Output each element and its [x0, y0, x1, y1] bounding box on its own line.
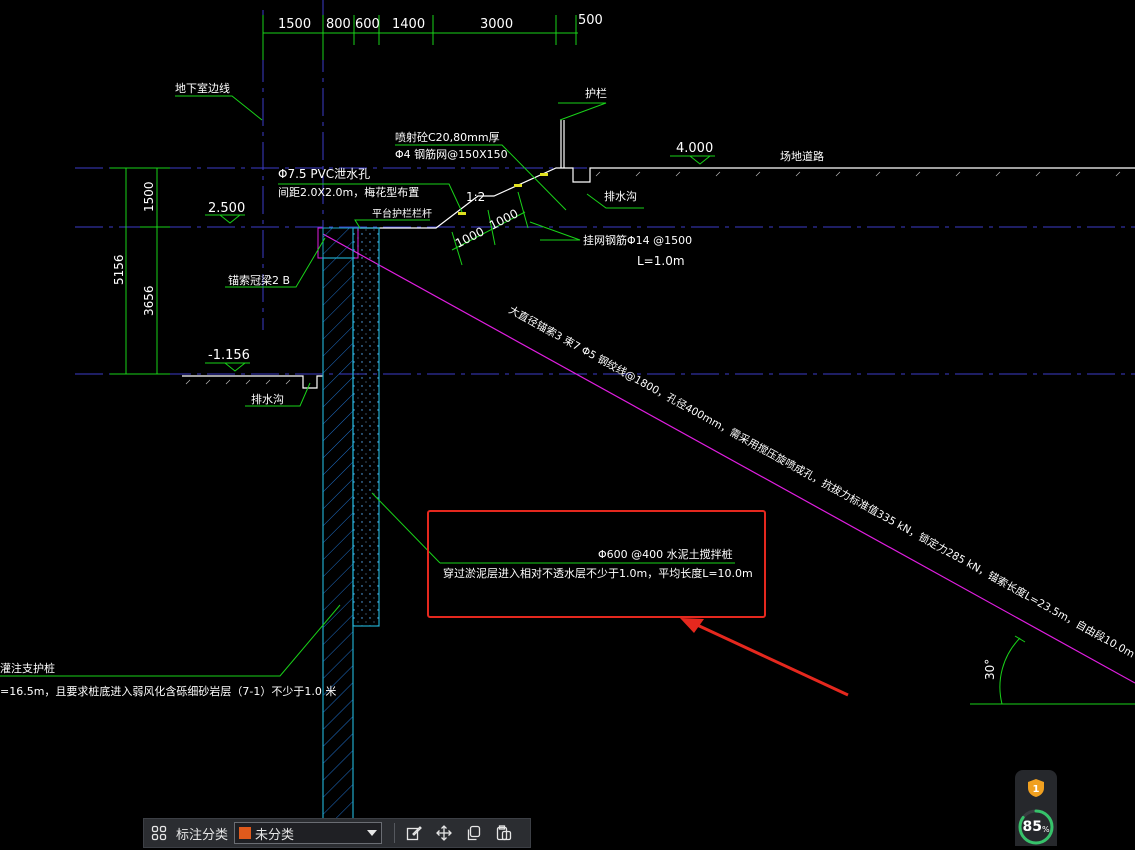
top-dimension-labels: 1500 800 600 1400 3000 500 [278, 13, 603, 32]
cad-canvas[interactable]: 1500 800 600 1400 3000 500 5156 1500 365… [0, 0, 1135, 846]
dim-top-3: 600 [355, 17, 380, 32]
elevation-mid-label: 2.500 [208, 201, 245, 216]
chevron-down-icon [367, 830, 378, 836]
bored-pile-desc: =16.5m，且要求桩底进入弱风化含砾细砂岩层（7-1）不少于1.0 米 [0, 684, 336, 698]
anchor-cable-label: 大直径锚索3 束7 Φ5 钢绞线@1800，孔径400mm，需采用搅压旋喷成孔，… [507, 303, 1135, 660]
railing-post [560, 120, 565, 168]
shotcrete-label: 喷射砼C20,80mm厚 [395, 130, 500, 144]
category-color-swatch [239, 827, 252, 839]
dim-vertical-total: 5156 [112, 254, 126, 285]
pvc-hole-label: Φ7.5 PVC泄水孔 [278, 167, 370, 181]
shield-level: 1 [1033, 784, 1040, 795]
toolbar-divider [394, 823, 396, 843]
highlight-arrow [680, 618, 849, 697]
edit-icon[interactable] [399, 819, 429, 847]
drain-ditch-top-label: 排水沟 [604, 189, 637, 203]
mixing-pile-desc: 穿过淤泥层进入相对不透水层不少于1.0m，平均长度L=10.0m [443, 566, 753, 580]
mesh-label: Φ4 钢筋网@150X150 [395, 147, 508, 161]
elevation-marker-low: -1.156 [205, 348, 250, 372]
site-road-label: 场地道路 [780, 149, 824, 163]
bored-pile-title: 灌注支护桩 [0, 661, 55, 675]
anchor-cable-line [322, 233, 1135, 684]
mixing-pile-title: Φ600 @400 水泥土搅拌桩 [598, 547, 733, 561]
copy-icon[interactable] [459, 819, 489, 847]
drain-ditch-low-label: 排水沟 [251, 392, 284, 406]
dim-top-1: 1500 [278, 17, 311, 32]
slope-ratio: 1:2 [466, 190, 485, 204]
annotation-category-label: 标注分类 [176, 827, 229, 843]
paste-icon[interactable] [489, 819, 519, 847]
shield-icon: 1 [1027, 778, 1045, 802]
gauge-percent-sign: % [1041, 824, 1050, 834]
angle-label: 30° [983, 659, 997, 680]
elevation-marker-mid: 2.500 [205, 201, 245, 224]
dim-top-5: 3000 [480, 17, 513, 32]
slope-dim-2: 1000 [487, 206, 521, 232]
crown-beam [322, 227, 354, 259]
highlight-box [427, 510, 766, 618]
crown-beam-label: 锚索冠梁2 B [228, 273, 290, 287]
performance-gauge: 85% [1017, 808, 1055, 846]
dim-top-4: 1400 [392, 17, 425, 32]
dim-vertical-lower: 3656 [142, 285, 156, 316]
annotation-toolbar: 标注分类 未分类 [143, 818, 531, 848]
slope-dimension-lines [451, 191, 529, 266]
mixing-pile [352, 227, 380, 627]
elevation-marker-top: 4.000 [670, 141, 715, 165]
grid-icon[interactable] [144, 819, 174, 847]
status-badge[interactable]: 1 85% [1015, 770, 1057, 846]
basement-line-label: 地下室边线 [175, 81, 230, 95]
slope-dim-1: 1000 [453, 224, 487, 250]
anchor-length-label: L=1.0m [637, 254, 685, 268]
dim-top-2: 800 [326, 17, 351, 32]
elevation-top-label: 4.000 [676, 141, 713, 156]
railing-label: 护栏 [585, 86, 607, 100]
bored-pile [322, 257, 354, 846]
gauge-percent: 85 [1022, 819, 1042, 835]
platform-rail-label: 平台护栏栏杆 [372, 207, 432, 220]
dim-vertical-upper: 1500 [142, 181, 156, 212]
move-icon[interactable] [429, 819, 459, 847]
anchor-rebar-label: 挂网钢筋Φ14 @1500 [583, 233, 692, 247]
elevation-low-label: -1.156 [208, 348, 250, 363]
pvc-spacing-label: 间距2.0X2.0m，梅花型布置 [278, 185, 419, 199]
category-select-value: 未分类 [255, 827, 295, 843]
annotation-category-select[interactable]: 未分类 [234, 822, 383, 844]
dim-top-6: 500 [578, 13, 603, 28]
